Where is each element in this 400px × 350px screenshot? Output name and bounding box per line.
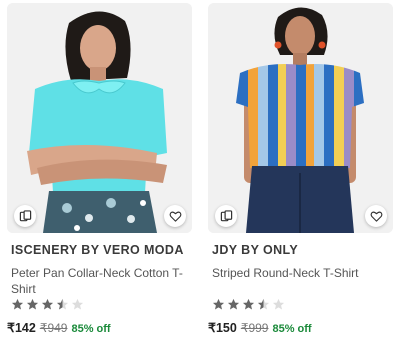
product-card[interactable]: JDY BY ONLY Striped Round-Neck T-Shirt ₹… [208,0,393,350]
star-icon [227,298,240,310]
discount-badge: 85% off [71,323,111,335]
product-title[interactable]: Peter Pan Collar-Neck Cotton T-Shirt [11,265,189,297]
compare-button[interactable] [14,205,36,227]
star-icon [242,298,255,310]
product-brand[interactable]: ISCENERY BY VERO MODA [11,243,191,257]
product-grid: ISCENERY BY VERO MODA Peter Pan Collar-N… [0,0,400,350]
price-row: ₹150 ₹999 85% off [208,320,312,335]
discount-badge: 85% off [272,323,312,335]
sale-price: ₹150 [208,321,237,335]
star-icon [11,298,24,310]
compare-button[interactable] [215,205,237,227]
product-brand[interactable]: JDY BY ONLY [212,243,392,257]
star-icon [257,298,270,310]
product-image[interactable] [7,3,192,233]
rating-stars [212,298,285,311]
wishlist-button[interactable] [365,205,387,227]
heart-icon [370,211,382,222]
original-price: ₹949 [39,321,68,335]
heart-icon [169,211,181,222]
star-icon [71,298,84,310]
original-price: ₹999 [240,321,269,335]
product-card[interactable]: ISCENERY BY VERO MODA Peter Pan Collar-N… [7,0,192,350]
compare-icon [19,209,31,221]
star-icon [212,298,225,310]
price-row: ₹142 ₹949 85% off [7,320,111,335]
star-icon [26,298,39,310]
star-icon [272,298,285,310]
sale-price: ₹142 [7,321,36,335]
product-title[interactable]: Striped Round-Neck T-Shirt [212,265,390,281]
rating-stars [11,298,84,311]
product-image[interactable] [208,3,393,233]
star-icon [56,298,69,310]
wishlist-button[interactable] [164,205,186,227]
compare-icon [220,209,232,221]
star-icon [41,298,54,310]
